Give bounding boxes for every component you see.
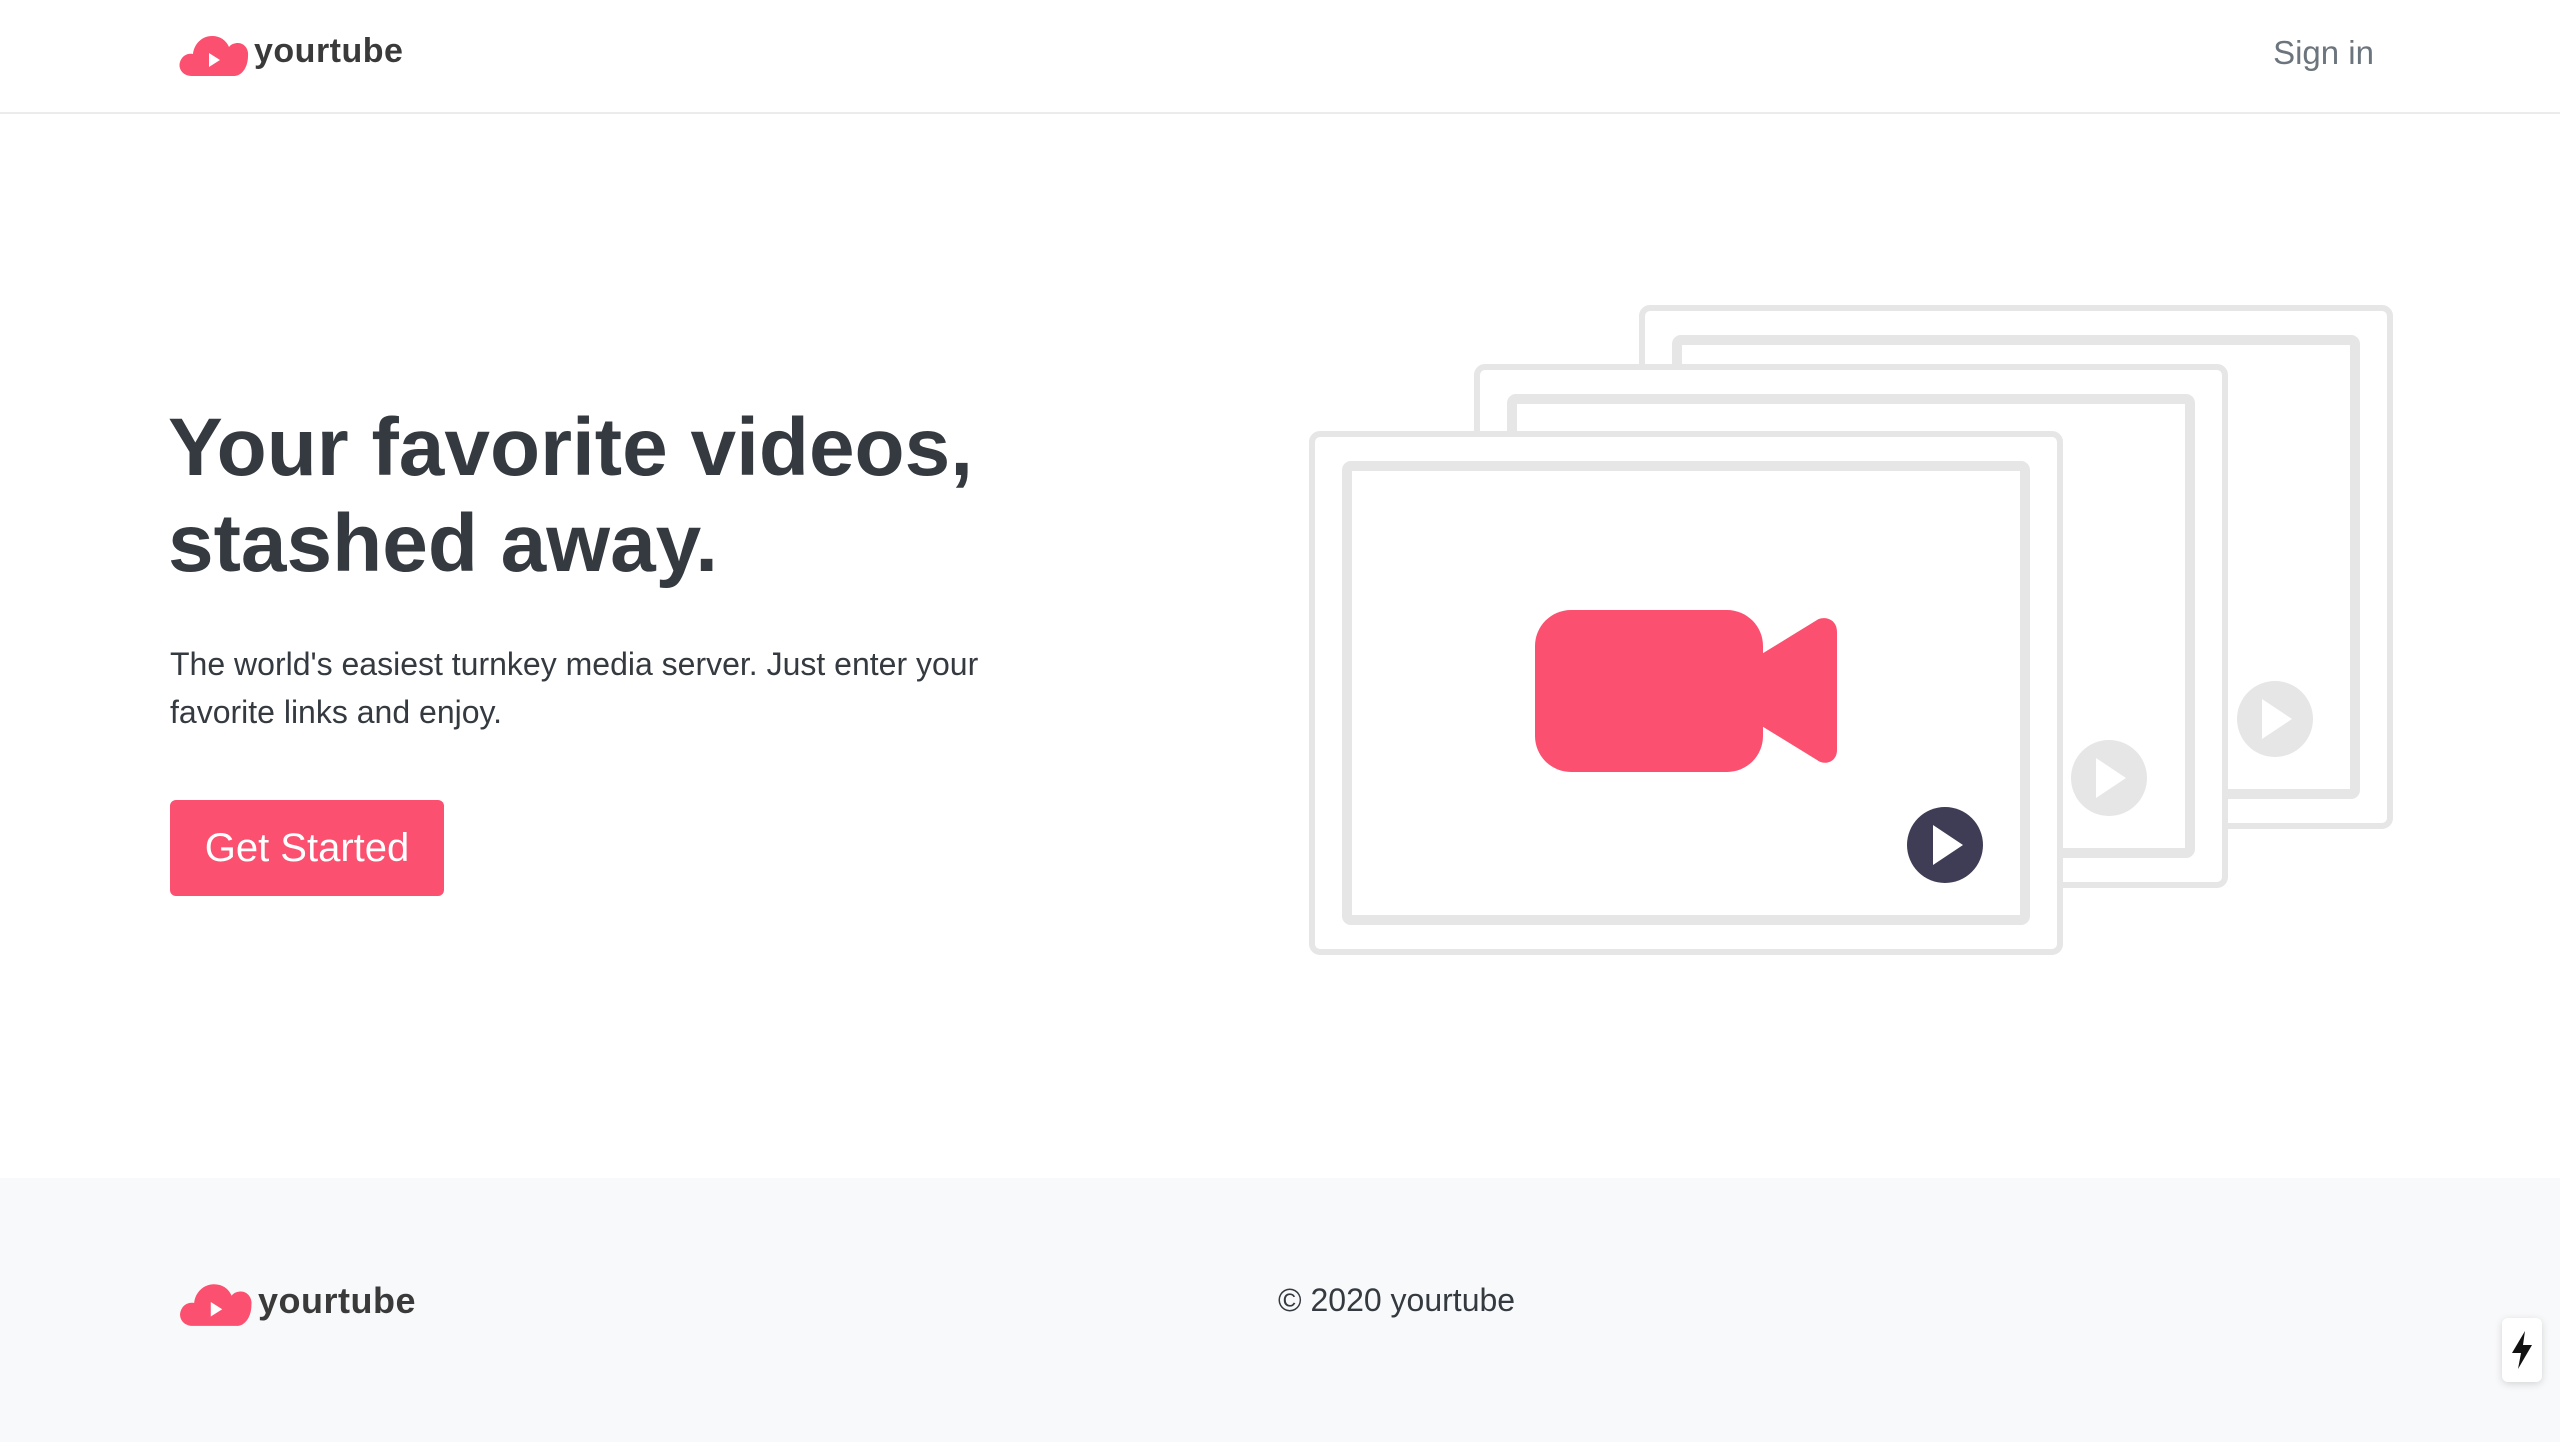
hero-title-line-1: Your favorite videos, [168,402,974,493]
video-stack-illustration [1309,305,2393,955]
footer: yourtube © 2020 yourtube [0,1178,2560,1442]
cloud-play-icon [179,36,249,76]
top-header: yourtube Sign in [0,0,2560,114]
play-icon [2237,681,2313,757]
floating-bolt-button[interactable] [2502,1318,2542,1382]
footer-brand-name: yourtube [258,1280,417,1321]
hero-subtitle-line-2: favorite links and enjoy. [170,694,503,730]
hero-title: Your favorite videos, stashed away. [168,400,1068,592]
lightning-bolt-icon [2512,1331,2532,1369]
hero-subtitle-line-1: The world's easiest turnkey media server… [170,646,979,682]
footer-logo[interactable]: yourtube [178,1278,416,1328]
sign-in-link[interactable]: Sign in [2273,34,2374,72]
play-icon [1907,807,1983,883]
header-logo[interactable]: yourtube [178,30,403,78]
cloud-play-icon [180,1284,252,1326]
brand-name: yourtube [254,31,404,70]
copyright-text: © 2020 yourtube [1278,1282,1516,1318]
play-icon [2071,740,2147,816]
front-video-frame [1309,431,2063,955]
hero-subtitle: The world's easiest turnkey media server… [170,640,1030,736]
get-started-button[interactable]: Get Started [170,800,444,896]
hero-title-line-2: stashed away. [168,498,718,589]
